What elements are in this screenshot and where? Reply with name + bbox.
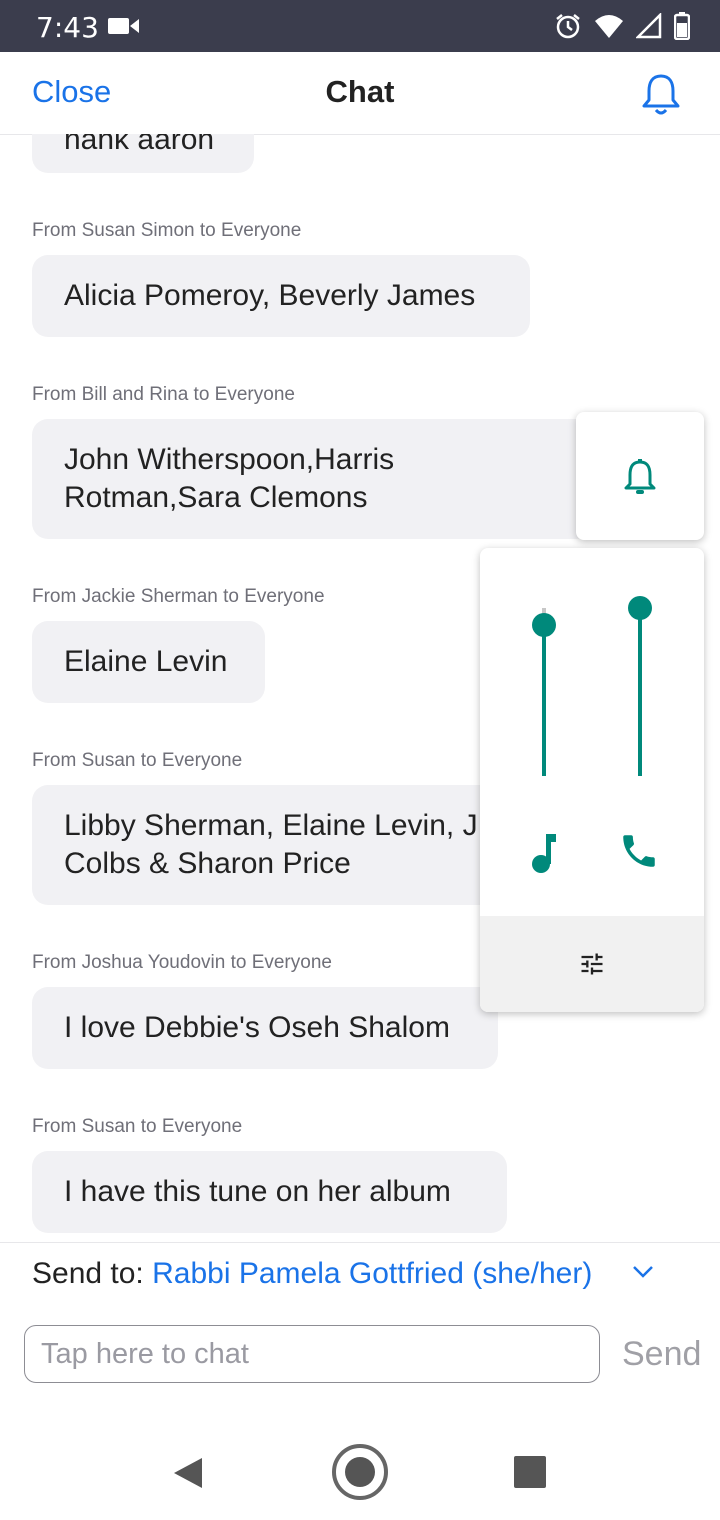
music-note-icon[interactable]	[528, 830, 558, 879]
wifi-icon	[594, 13, 624, 44]
chat-header: Close Chat	[0, 52, 720, 135]
media-volume-thumb[interactable]	[532, 612, 556, 637]
message-bubble: Elaine Levin	[32, 621, 265, 703]
volume-settings-button[interactable]	[480, 916, 704, 1012]
video-camera-icon	[108, 16, 140, 41]
chevron-down-icon[interactable]	[632, 1265, 654, 1284]
bell-icon	[622, 458, 658, 503]
message-text: I have this tune on her album	[64, 1175, 451, 1208]
back-triangle-icon[interactable]	[172, 1456, 204, 1495]
message-text-line: Rotman,Sara Clemons	[64, 481, 368, 514]
chat-input[interactable]	[24, 1325, 600, 1383]
message-text-line: John Witherspoon,Harris	[64, 443, 395, 476]
status-icons	[554, 11, 691, 45]
message-sender: From Jackie Sherman to Everyone	[32, 586, 325, 607]
phone-icon[interactable]	[618, 830, 660, 877]
message-text: I love Debbie's Oseh Shalom	[64, 1011, 450, 1044]
battery-icon	[673, 12, 691, 45]
message-sender: From Joshua Youdovin to Everyone	[32, 952, 332, 973]
message-text: hank aaron	[64, 134, 215, 156]
status-time: 7:43	[36, 11, 99, 44]
tune-icon	[578, 950, 606, 983]
volume-panel	[480, 548, 704, 1012]
chat-composer: Send to: Rabbi Pamela Gottfried (she/her…	[0, 1242, 720, 1413]
send-to-row[interactable]: Send to: Rabbi Pamela Gottfried (she/her…	[32, 1257, 592, 1291]
message-bubble: John Witherspoon,Harris Rotman,Sara Clem…	[32, 419, 592, 539]
message-bubble: I love Debbie's Oseh Shalom	[32, 987, 498, 1069]
message-sender: From Bill and Rina to Everyone	[32, 384, 295, 405]
signal-icon	[634, 11, 662, 44]
message-sender: From Susan Simon to Everyone	[32, 220, 302, 241]
send-button[interactable]: Send	[622, 1335, 701, 1374]
recipient-selector[interactable]: Rabbi Pamela Gottfried (she/her)	[152, 1257, 592, 1290]
system-nav-bar	[0, 1412, 720, 1520]
home-circle-icon[interactable]	[331, 1443, 389, 1506]
ringer-mode-button[interactable]	[576, 412, 704, 540]
call-volume-fill	[638, 608, 642, 776]
page-title: Chat	[325, 74, 395, 109]
message-text: Alicia Pomeroy, Beverly James	[64, 279, 476, 312]
call-volume-thumb[interactable]	[628, 596, 652, 620]
message-sender: From Susan to Everyone	[32, 1116, 243, 1137]
message-sender: From Susan to Everyone	[32, 750, 243, 771]
recents-square-icon[interactable]	[514, 1456, 546, 1493]
media-volume-fill	[542, 624, 546, 776]
bell-icon[interactable]	[640, 72, 682, 121]
message-text: Elaine Levin	[64, 645, 228, 678]
message-bubble: hank aaron	[32, 134, 254, 173]
message-bubble: I have this tune on her album	[32, 1151, 507, 1233]
status-bar: 7:43	[0, 0, 720, 52]
alarm-icon	[554, 12, 582, 45]
send-to-label: Send to:	[32, 1257, 144, 1290]
message-bubble: Alicia Pomeroy, Beverly James	[32, 255, 530, 337]
